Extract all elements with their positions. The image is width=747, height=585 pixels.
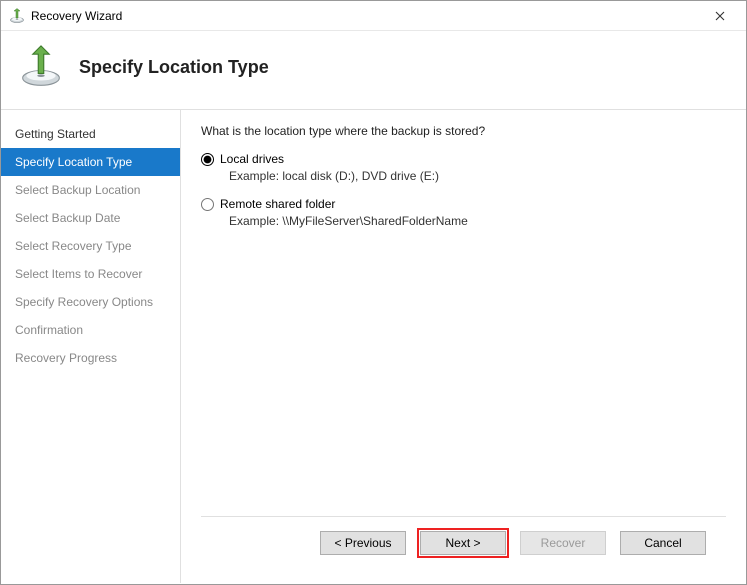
- option-remote-shared-folder-label: Remote shared folder: [220, 197, 335, 211]
- step-select-backup-date: Select Backup Date: [1, 204, 180, 232]
- step-recovery-progress: Recovery Progress: [1, 344, 180, 372]
- wizard-header: Specify Location Type: [1, 31, 746, 110]
- wizard-steps-sidebar: Getting Started Specify Location Type Se…: [1, 110, 181, 583]
- page-title: Specify Location Type: [79, 57, 269, 78]
- step-specify-location-type[interactable]: Specify Location Type: [1, 148, 180, 176]
- question-text: What is the location type where the back…: [201, 124, 726, 138]
- previous-button[interactable]: < Previous: [320, 531, 406, 555]
- recover-button: Recover: [520, 531, 606, 555]
- option-remote-shared-folder[interactable]: Remote shared folder: [201, 197, 726, 211]
- close-icon: [715, 11, 725, 21]
- content-pane: What is the location type where the back…: [181, 110, 746, 583]
- app-icon: [9, 8, 25, 24]
- option-local-drives-example: Example: local disk (D:), DVD drive (E:): [229, 169, 726, 183]
- step-confirmation: Confirmation: [1, 316, 180, 344]
- next-button[interactable]: Next >: [420, 531, 506, 555]
- option-local-drives[interactable]: Local drives: [201, 152, 726, 166]
- radio-remote-shared-folder[interactable]: [201, 198, 214, 211]
- option-local-drives-label: Local drives: [220, 152, 284, 166]
- step-specify-recovery-options: Specify Recovery Options: [1, 288, 180, 316]
- step-select-items-to-recover: Select Items to Recover: [1, 260, 180, 288]
- window-title: Recovery Wizard: [31, 9, 700, 23]
- close-button[interactable]: [700, 2, 740, 30]
- radio-local-drives[interactable]: [201, 153, 214, 166]
- wizard-footer: < Previous Next > Recover Cancel: [201, 516, 726, 569]
- titlebar: Recovery Wizard: [1, 1, 746, 31]
- option-remote-shared-folder-example: Example: \\MyFileServer\SharedFolderName: [229, 214, 726, 228]
- step-select-backup-location: Select Backup Location: [1, 176, 180, 204]
- cancel-button[interactable]: Cancel: [620, 531, 706, 555]
- step-select-recovery-type: Select Recovery Type: [1, 232, 180, 260]
- step-getting-started[interactable]: Getting Started: [1, 120, 180, 148]
- recovery-icon: [19, 45, 63, 89]
